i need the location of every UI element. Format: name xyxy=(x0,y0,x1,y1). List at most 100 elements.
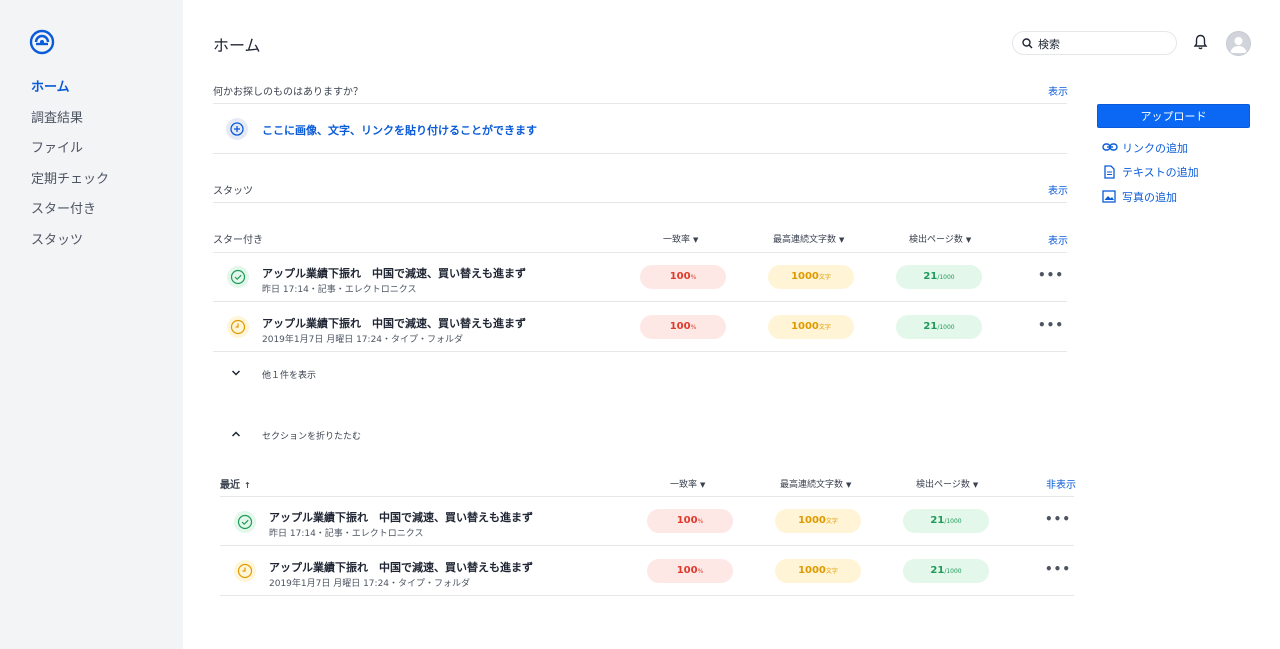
plus-icon xyxy=(230,122,244,136)
column-label: 一致率 xyxy=(663,235,691,245)
search-input[interactable]: 検索 xyxy=(1012,31,1177,55)
pages-badge: 21/1000 xyxy=(896,315,982,339)
pages-value: 21 xyxy=(930,565,945,576)
max-chars-badge: 1000文字 xyxy=(768,265,854,289)
divider xyxy=(213,301,1067,302)
caret-down-icon: ▼ xyxy=(846,481,852,489)
row-title[interactable]: アップル業績下振れ 中国で減速、買い替えも進まず xyxy=(262,265,526,281)
row-title[interactable]: アップル業績下振れ 中国で減速、買い替えも進まず xyxy=(269,509,533,525)
link-icon xyxy=(1102,143,1118,151)
pages-badge: 21/1000 xyxy=(896,265,982,289)
user-icon xyxy=(1230,37,1247,53)
row-title[interactable]: アップル業績下振れ 中国で減速、買い替えも進まず xyxy=(269,559,533,575)
more-options-icon[interactable]: ••• xyxy=(1045,562,1071,576)
chars-value: 1000 xyxy=(791,271,819,282)
match-value: 100 xyxy=(669,321,691,332)
divider xyxy=(213,202,1067,203)
caret-down-icon: ▼ xyxy=(972,481,979,489)
chars-unit: 文字 xyxy=(825,518,838,525)
chevron-up-icon[interactable] xyxy=(231,430,241,438)
sidebar-nav: ホーム 調査結果 ファイル 定期チェック スター付き スタッツ xyxy=(31,78,109,261)
sidebar-item-home[interactable]: ホーム xyxy=(31,78,109,109)
status-complete-icon xyxy=(234,511,256,533)
pages-badge: 21/1000 xyxy=(903,509,989,533)
row-meta: 2019年1月7日 月曜日 17:24・タイプ・フォルダ xyxy=(262,335,464,345)
row-meta: 昨日 17:14・記事・エレクトロニクス xyxy=(262,285,417,295)
max-chars-badge: 1000文字 xyxy=(775,559,861,583)
sidebar-item-files[interactable]: ファイル xyxy=(31,139,109,170)
sidebar-item-stats[interactable]: スタッツ xyxy=(31,231,109,262)
sidebar-item-results[interactable]: 調査結果 xyxy=(31,109,109,140)
column-pages[interactable]: 検出ページ数 ▼ xyxy=(909,232,971,245)
chars-value: 1000 xyxy=(798,515,826,526)
finder-label: 何かお探しのものはありますか？ xyxy=(213,87,363,98)
column-label: 最高連続文字数 xyxy=(780,480,844,490)
match-unit: % xyxy=(690,274,697,281)
pages-total: /1000 xyxy=(944,518,962,525)
more-options-icon[interactable]: ••• xyxy=(1038,318,1064,332)
match-unit: % xyxy=(697,568,704,575)
stats-label: スタッツ xyxy=(213,186,253,197)
row-meta: 昨日 17:14・記事・エレクトロニクス xyxy=(269,529,424,539)
sidebar-item-scheduled-check[interactable]: 定期チェック xyxy=(31,170,109,201)
match-rate-badge: 100% xyxy=(647,509,733,533)
pages-value: 21 xyxy=(923,271,938,282)
chars-value: 1000 xyxy=(798,565,826,576)
pages-value: 21 xyxy=(930,515,945,526)
divider xyxy=(220,595,1074,596)
divider xyxy=(213,351,1067,352)
image-icon xyxy=(1102,190,1116,203)
divider xyxy=(220,545,1074,546)
column-pages[interactable]: 検出ページ数 ▼ xyxy=(916,477,978,490)
pages-total: /1000 xyxy=(937,324,955,331)
search-icon xyxy=(1022,38,1033,49)
divider xyxy=(220,496,1074,497)
caret-down-icon: ▼ xyxy=(700,481,706,489)
chars-unit: 文字 xyxy=(818,324,831,331)
pages-badge: 21/1000 xyxy=(903,559,989,583)
sidebar-item-starred[interactable]: スター付き xyxy=(31,200,109,231)
bell-icon[interactable] xyxy=(1193,34,1208,50)
pages-total: /1000 xyxy=(937,274,955,281)
add-link-label: リンクの追加 xyxy=(1122,142,1188,155)
document-icon xyxy=(1104,165,1115,179)
stats-show-link[interactable]: 表示 xyxy=(1048,182,1068,197)
column-label: 一致率 xyxy=(670,480,698,490)
column-label: 検出ページ数 xyxy=(909,235,963,245)
paste-hint[interactable]: ここに画像、文字、リンクを貼り付けることができます xyxy=(262,122,537,138)
pages-total: /1000 xyxy=(944,568,962,575)
add-content-button[interactable] xyxy=(226,118,248,140)
starred-show-link[interactable]: 表示 xyxy=(1048,232,1068,247)
match-rate-badge: 100% xyxy=(647,559,733,583)
more-options-icon[interactable]: ••• xyxy=(1038,268,1064,282)
column-match-rate[interactable]: 一致率 ▼ xyxy=(663,232,698,245)
divider xyxy=(213,103,1067,104)
status-complete-icon xyxy=(227,266,249,288)
search-placeholder: 検索 xyxy=(1038,38,1060,51)
chars-unit: 文字 xyxy=(825,568,838,575)
column-max-chars[interactable]: 最高連続文字数 ▼ xyxy=(773,232,844,245)
upload-button[interactable]: アップロード xyxy=(1097,104,1250,128)
logo-icon[interactable] xyxy=(29,29,55,55)
recent-label: 最近 xyxy=(220,480,240,491)
chevron-down-icon[interactable] xyxy=(231,369,241,377)
column-match-rate[interactable]: 一致率 ▼ xyxy=(670,477,705,490)
starred-label: スター付き xyxy=(213,235,263,246)
divider xyxy=(213,153,1067,154)
caret-down-icon: ▼ xyxy=(693,236,699,244)
row-meta: 2019年1月7日 月曜日 17:24・タイプ・フォルダ xyxy=(269,579,471,589)
recent-hide-link[interactable]: 非表示 xyxy=(1046,476,1076,491)
collapse-section-button[interactable]: セクションを折りたたむ xyxy=(262,429,361,442)
finder-show-link[interactable]: 表示 xyxy=(1048,83,1068,98)
chars-value: 1000 xyxy=(791,321,819,332)
column-max-chars[interactable]: 最高連続文字数 ▼ xyxy=(780,477,851,490)
status-pending-icon xyxy=(234,560,256,582)
show-more-button[interactable]: 他１件を表示 xyxy=(262,368,316,381)
match-value: 100 xyxy=(676,565,698,576)
pages-value: 21 xyxy=(923,321,938,332)
column-label: 検出ページ数 xyxy=(916,480,970,490)
recent-sort-header[interactable]: 最近 ↑ xyxy=(220,476,251,491)
row-title[interactable]: アップル業績下振れ 中国で減速、買い替えも進まず xyxy=(262,315,526,331)
more-options-icon[interactable]: ••• xyxy=(1045,512,1071,526)
avatar[interactable] xyxy=(1226,31,1251,56)
